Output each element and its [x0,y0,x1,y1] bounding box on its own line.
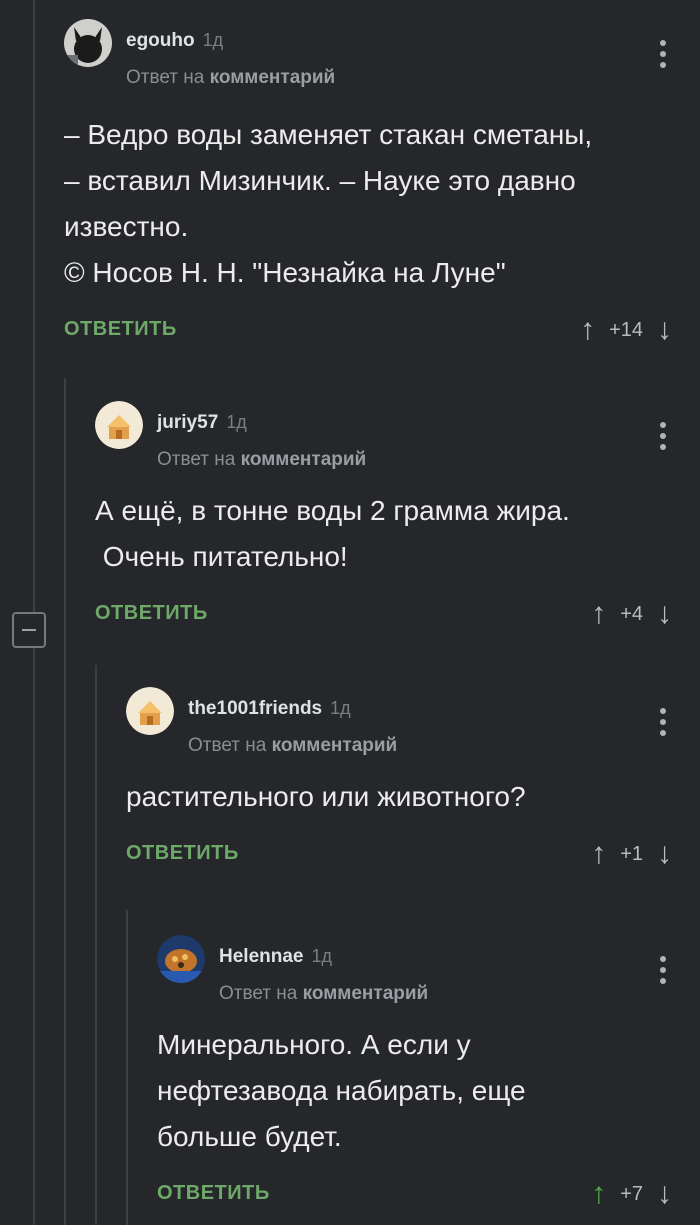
reply-button[interactable]: ОТВЕТИТЬ [95,602,208,625]
arrow-down-icon[interactable]: ↓ [657,310,672,350]
comment: juriy57 1д Ответ на комментарий А ещё, в … [95,394,700,634]
comment-actions: ОТВЕТИТЬ ↑ +14 ↓ [64,310,700,350]
comment: the1001friends 1д Ответ на комментарий ра… [126,680,700,874]
comment-age: 1д [202,30,224,50]
comment-text-line: растительного или животного? [126,781,526,812]
reply-to-link[interactable]: Ответ на комментарий [157,449,366,471]
thread-line-level-4 [126,910,128,1225]
comment-text-line: Очень питательно! [95,541,348,572]
comment-header: juriy57 1д Ответ на комментарий [95,394,700,470]
arrow-up-icon[interactable]: ↑ [580,310,595,350]
comment-text-line: А ещё, в тонне воды 2 грамма жира. [95,495,570,526]
arrow-up-icon[interactable]: ↑ [591,1174,606,1214]
arrow-down-icon[interactable]: ↓ [657,1174,672,1214]
vote-controls: ↑ +4 ↓ [591,594,672,634]
more-vertical-icon[interactable] [660,422,666,450]
comment-text-line: – Ведро воды заменяет стакан сметаны, [64,119,593,150]
vote-controls: ↑ +1 ↓ [591,834,672,874]
arrow-down-icon[interactable]: ↓ [657,594,672,634]
vote-score: +7 [620,1182,643,1205]
comment-author[interactable]: juriy57 1д [157,412,247,434]
more-vertical-icon[interactable] [660,708,666,736]
arrow-down-icon[interactable]: ↓ [657,834,672,874]
comment-author[interactable]: the1001friends 1д [188,698,351,720]
comment-text-line: © Носов Н. Н. "Незнайка на Луне" [64,257,506,288]
comment-header: the1001friends 1д Ответ на комментарий [126,680,700,756]
collapse-thread-button[interactable] [12,612,46,648]
reply-to-link[interactable]: Ответ на комментарий [188,735,397,757]
comment-text-line: Минерального. А если у [157,1029,471,1060]
more-vertical-icon[interactable] [660,40,666,68]
comment-text: А ещё, в тонне воды 2 грамма жира. Очень… [95,488,700,580]
avatar[interactable] [95,401,143,449]
reply-to-link[interactable]: Ответ на комментарий [219,983,428,1005]
vote-score: +14 [609,318,643,341]
avatar[interactable] [126,687,174,735]
comment-text-line: – вставил Мизинчик. – Науке это давно [64,165,576,196]
comment: Helennae 1д Ответ на комментарий Минераль… [157,928,700,1214]
comment-age: 1д [330,698,351,718]
reply-button[interactable]: ОТВЕТИТЬ [126,842,239,865]
comment-age: 1д [311,946,332,966]
reply-to-link[interactable]: Ответ на комментарий [126,67,335,89]
reply-button[interactable]: ОТВЕТИТЬ [157,1182,270,1205]
comment-text: – Ведро воды заменяет стакан сметаны, – … [64,112,700,296]
reply-button[interactable]: ОТВЕТИТЬ [64,318,177,341]
comment-author[interactable]: Helennae 1д [219,946,332,968]
thread-line-level-2 [64,378,66,1225]
comment: egouho 1д Ответ на комментарий – Ведро во… [64,12,700,350]
arrow-up-icon[interactable]: ↑ [591,834,606,874]
collapse-minus-icon [22,629,36,631]
comment-text: Минерального. А если у нефтезавода набир… [157,1022,700,1160]
avatar[interactable] [157,935,205,983]
vote-controls: ↑ +14 ↓ [580,310,672,350]
comment-actions: ОТВЕТИТЬ ↑ +7 ↓ [157,1174,700,1214]
comment-text: растительного или животного? [126,774,700,820]
arrow-up-icon[interactable]: ↑ [591,594,606,634]
vote-score: +4 [620,602,643,625]
comment-actions: ОТВЕТИТЬ ↑ +1 ↓ [126,834,700,874]
comment-age: 1д [226,412,247,432]
comment-text-line: больше будет. [157,1121,342,1152]
comment-header: egouho 1д Ответ на комментарий [64,12,700,88]
comment-author[interactable]: egouho 1д [126,30,223,52]
thread-line-level-3 [95,665,97,1225]
comment-text-line: нефтезавода набирать, еще [157,1075,526,1106]
avatar[interactable] [64,19,112,67]
comment-actions: ОТВЕТИТЬ ↑ +4 ↓ [95,594,700,634]
more-vertical-icon[interactable] [660,956,666,984]
vote-controls: ↑ +7 ↓ [591,1174,672,1214]
comment-header: Helennae 1д Ответ на комментарий [157,928,700,1004]
vote-score: +1 [620,842,643,865]
comment-text-line: известно. [64,211,189,242]
